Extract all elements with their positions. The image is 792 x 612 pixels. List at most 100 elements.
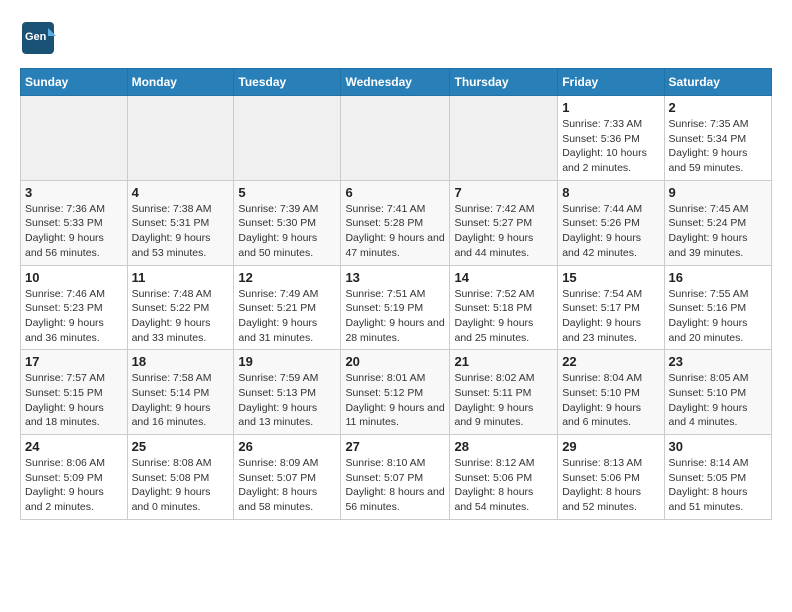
logo: Gen bbox=[20, 20, 60, 56]
calendar-cell: 13 Sunrise: 7:51 AM Sunset: 5:19 PM Dayli… bbox=[341, 265, 450, 350]
day-number: 30 bbox=[669, 439, 767, 454]
calendar-cell: 12 Sunrise: 7:49 AM Sunset: 5:21 PM Dayli… bbox=[234, 265, 341, 350]
day-info: Sunrise: 7:48 AM Sunset: 5:22 PM Dayligh… bbox=[132, 287, 230, 346]
day-number: 29 bbox=[562, 439, 659, 454]
calendar-cell: 6 Sunrise: 7:41 AM Sunset: 5:28 PM Daylig… bbox=[341, 180, 450, 265]
day-info: Sunrise: 7:49 AM Sunset: 5:21 PM Dayligh… bbox=[238, 287, 336, 346]
day-number: 21 bbox=[454, 354, 553, 369]
day-number: 11 bbox=[132, 270, 230, 285]
calendar-cell: 20 Sunrise: 8:01 AM Sunset: 5:12 PM Dayli… bbox=[341, 350, 450, 435]
weekday-header-friday: Friday bbox=[558, 69, 664, 96]
calendar-cell: 8 Sunrise: 7:44 AM Sunset: 5:26 PM Daylig… bbox=[558, 180, 664, 265]
day-info: Sunrise: 7:41 AM Sunset: 5:28 PM Dayligh… bbox=[345, 202, 445, 261]
weekday-header-sunday: Sunday bbox=[21, 69, 128, 96]
day-number: 20 bbox=[345, 354, 445, 369]
day-info: Sunrise: 7:51 AM Sunset: 5:19 PM Dayligh… bbox=[345, 287, 445, 346]
day-number: 12 bbox=[238, 270, 336, 285]
day-number: 5 bbox=[238, 185, 336, 200]
calendar-cell: 21 Sunrise: 8:02 AM Sunset: 5:11 PM Dayli… bbox=[450, 350, 558, 435]
calendar-cell: 25 Sunrise: 8:08 AM Sunset: 5:08 PM Dayli… bbox=[127, 435, 234, 520]
calendar-cell: 29 Sunrise: 8:13 AM Sunset: 5:06 PM Dayli… bbox=[558, 435, 664, 520]
day-number: 10 bbox=[25, 270, 123, 285]
day-number: 25 bbox=[132, 439, 230, 454]
calendar-cell: 7 Sunrise: 7:42 AM Sunset: 5:27 PM Daylig… bbox=[450, 180, 558, 265]
day-number: 24 bbox=[25, 439, 123, 454]
day-info: Sunrise: 8:04 AM Sunset: 5:10 PM Dayligh… bbox=[562, 371, 659, 430]
calendar-cell bbox=[341, 96, 450, 181]
day-info: Sunrise: 7:39 AM Sunset: 5:30 PM Dayligh… bbox=[238, 202, 336, 261]
day-info: Sunrise: 8:06 AM Sunset: 5:09 PM Dayligh… bbox=[25, 456, 123, 515]
logo-icon: Gen bbox=[20, 20, 56, 56]
calendar-cell bbox=[450, 96, 558, 181]
day-info: Sunrise: 8:12 AM Sunset: 5:06 PM Dayligh… bbox=[454, 456, 553, 515]
day-info: Sunrise: 7:54 AM Sunset: 5:17 PM Dayligh… bbox=[562, 287, 659, 346]
day-number: 9 bbox=[669, 185, 767, 200]
calendar-cell: 22 Sunrise: 8:04 AM Sunset: 5:10 PM Dayli… bbox=[558, 350, 664, 435]
day-number: 18 bbox=[132, 354, 230, 369]
day-number: 14 bbox=[454, 270, 553, 285]
weekday-header-saturday: Saturday bbox=[664, 69, 771, 96]
day-info: Sunrise: 7:55 AM Sunset: 5:16 PM Dayligh… bbox=[669, 287, 767, 346]
calendar-cell: 2 Sunrise: 7:35 AM Sunset: 5:34 PM Daylig… bbox=[664, 96, 771, 181]
calendar-cell: 28 Sunrise: 8:12 AM Sunset: 5:06 PM Dayli… bbox=[450, 435, 558, 520]
svg-text:Gen: Gen bbox=[25, 31, 47, 43]
weekday-header-tuesday: Tuesday bbox=[234, 69, 341, 96]
day-number: 13 bbox=[345, 270, 445, 285]
day-number: 26 bbox=[238, 439, 336, 454]
day-number: 27 bbox=[345, 439, 445, 454]
calendar-cell: 4 Sunrise: 7:38 AM Sunset: 5:31 PM Daylig… bbox=[127, 180, 234, 265]
day-info: Sunrise: 8:02 AM Sunset: 5:11 PM Dayligh… bbox=[454, 371, 553, 430]
calendar-cell: 14 Sunrise: 7:52 AM Sunset: 5:18 PM Dayli… bbox=[450, 265, 558, 350]
day-info: Sunrise: 8:14 AM Sunset: 5:05 PM Dayligh… bbox=[669, 456, 767, 515]
day-info: Sunrise: 7:33 AM Sunset: 5:36 PM Dayligh… bbox=[562, 117, 659, 176]
weekday-header-thursday: Thursday bbox=[450, 69, 558, 96]
day-number: 16 bbox=[669, 270, 767, 285]
calendar-cell: 17Sunrise: 7:57 AM Sunset: 5:15 PM Dayli… bbox=[21, 350, 128, 435]
calendar-cell: 5 Sunrise: 7:39 AM Sunset: 5:30 PM Daylig… bbox=[234, 180, 341, 265]
calendar-cell: 9Sunrise: 7:45 AM Sunset: 5:24 PM Daylig… bbox=[664, 180, 771, 265]
calendar-cell: 26Sunrise: 8:09 AM Sunset: 5:07 PM Dayli… bbox=[234, 435, 341, 520]
day-info: Sunrise: 7:42 AM Sunset: 5:27 PM Dayligh… bbox=[454, 202, 553, 261]
calendar-cell: 19 Sunrise: 7:59 AM Sunset: 5:13 PM Dayli… bbox=[234, 350, 341, 435]
calendar-cell: 18 Sunrise: 7:58 AM Sunset: 5:14 PM Dayli… bbox=[127, 350, 234, 435]
day-info: Sunrise: 7:38 AM Sunset: 5:31 PM Dayligh… bbox=[132, 202, 230, 261]
day-info: Sunrise: 7:36 AM Sunset: 5:33 PM Dayligh… bbox=[25, 202, 123, 261]
day-info: Sunrise: 8:05 AM Sunset: 5:10 PM Dayligh… bbox=[669, 371, 767, 430]
day-info: Sunrise: 7:35 AM Sunset: 5:34 PM Dayligh… bbox=[669, 117, 767, 176]
calendar-cell: 16 Sunrise: 7:55 AM Sunset: 5:16 PM Dayli… bbox=[664, 265, 771, 350]
calendar-cell bbox=[234, 96, 341, 181]
weekday-header-monday: Monday bbox=[127, 69, 234, 96]
day-info: Sunrise: 8:10 AM Sunset: 5:07 PM Dayligh… bbox=[345, 456, 445, 515]
day-info: Sunrise: 8:13 AM Sunset: 5:06 PM Dayligh… bbox=[562, 456, 659, 515]
calendar-cell bbox=[21, 96, 128, 181]
day-info: Sunrise: 7:58 AM Sunset: 5:14 PM Dayligh… bbox=[132, 371, 230, 430]
day-number: 28 bbox=[454, 439, 553, 454]
day-info: Sunrise: 7:59 AM Sunset: 5:13 PM Dayligh… bbox=[238, 371, 336, 430]
day-number: 22 bbox=[562, 354, 659, 369]
calendar-cell: 15 Sunrise: 7:54 AM Sunset: 5:17 PM Dayli… bbox=[558, 265, 664, 350]
day-info: Sunrise: 7:46 AM Sunset: 5:23 PM Dayligh… bbox=[25, 287, 123, 346]
day-number: 8 bbox=[562, 185, 659, 200]
day-number: 7 bbox=[454, 185, 553, 200]
calendar-cell: 23 Sunrise: 8:05 AM Sunset: 5:10 PM Dayli… bbox=[664, 350, 771, 435]
calendar-table: SundayMondayTuesdayWednesdayThursdayFrid… bbox=[20, 68, 772, 520]
calendar-cell: 1 Sunrise: 7:33 AM Sunset: 5:36 PM Daylig… bbox=[558, 96, 664, 181]
day-info: Sunrise: 7:52 AM Sunset: 5:18 PM Dayligh… bbox=[454, 287, 553, 346]
day-info: Sunrise: 8:01 AM Sunset: 5:12 PM Dayligh… bbox=[345, 371, 445, 430]
calendar-cell: 27 Sunrise: 8:10 AM Sunset: 5:07 PM Dayli… bbox=[341, 435, 450, 520]
calendar-cell: 11 Sunrise: 7:48 AM Sunset: 5:22 PM Dayli… bbox=[127, 265, 234, 350]
day-info: Sunrise: 7:44 AM Sunset: 5:26 PM Dayligh… bbox=[562, 202, 659, 261]
day-number: 4 bbox=[132, 185, 230, 200]
day-info: Sunrise: 8:08 AM Sunset: 5:08 PM Dayligh… bbox=[132, 456, 230, 515]
day-number: 19 bbox=[238, 354, 336, 369]
day-number: 6 bbox=[345, 185, 445, 200]
calendar-cell: 24 Sunrise: 8:06 AM Sunset: 5:09 PM Dayli… bbox=[21, 435, 128, 520]
weekday-header-wednesday: Wednesday bbox=[341, 69, 450, 96]
day-number: 2 bbox=[669, 100, 767, 115]
day-number: 23 bbox=[669, 354, 767, 369]
day-number: 1 bbox=[562, 100, 659, 115]
calendar-cell: 30 Sunrise: 8:14 AM Sunset: 5:05 PM Dayli… bbox=[664, 435, 771, 520]
day-number: 15 bbox=[562, 270, 659, 285]
day-info: Sunrise: 7:57 AM Sunset: 5:15 PM Dayligh… bbox=[25, 371, 123, 430]
calendar-cell: 10 Sunrise: 7:46 AM Sunset: 5:23 PM Dayli… bbox=[21, 265, 128, 350]
